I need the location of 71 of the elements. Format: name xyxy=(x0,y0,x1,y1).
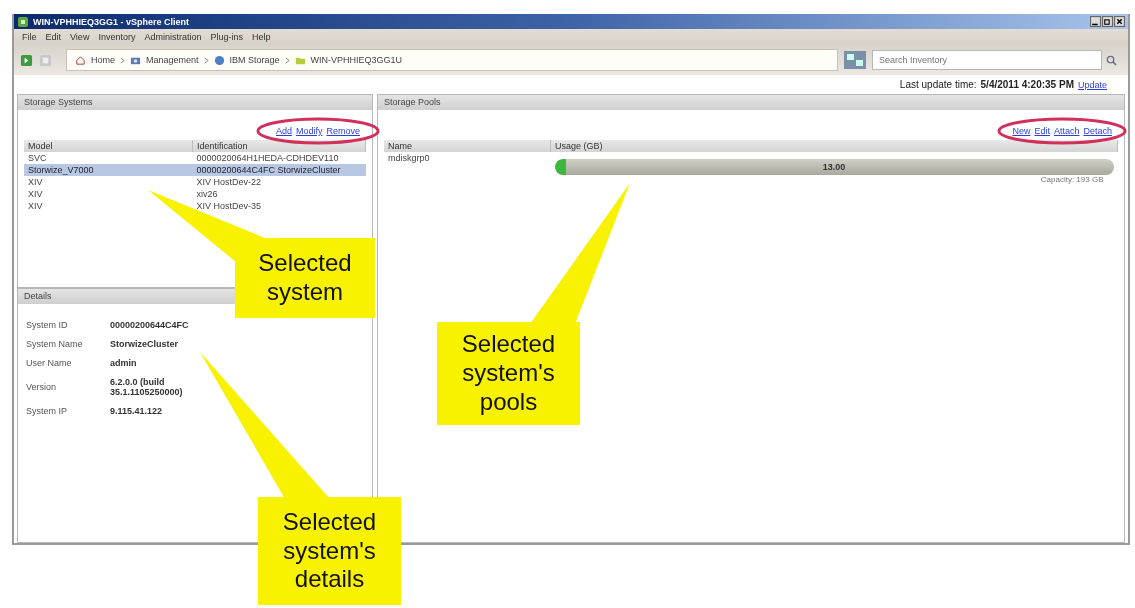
usage-value: 13.00 xyxy=(822,162,846,172)
callout: Selected system's details xyxy=(258,497,401,605)
chevron-icon xyxy=(203,56,209,64)
last-update-label: Last update time: xyxy=(899,79,977,90)
globe-icon xyxy=(213,54,225,66)
table-cell: mdiskgrp0 xyxy=(384,152,551,185)
home-icon xyxy=(75,54,86,66)
table-row[interactable]: SVC 0000020064H1HEDA-CDHDEV110 xyxy=(24,152,366,164)
column-header[interactable]: Name xyxy=(384,140,551,152)
menu-item[interactable]: Inventory xyxy=(98,32,136,42)
menu-item[interactable]: Help xyxy=(251,32,271,42)
window-title: WIN-VPHHIEQ3GG1 - vSphere Client xyxy=(33,16,190,27)
column-header[interactable]: Usage (GB) xyxy=(550,140,1118,152)
close-icon[interactable] xyxy=(1114,16,1125,27)
menu-item[interactable]: File xyxy=(22,32,37,42)
action-link[interactable]: Detach xyxy=(1083,126,1112,136)
capacity-label: Capacity: 193 GB xyxy=(1040,175,1104,184)
table-cell-text: xiv26 xyxy=(195,188,219,200)
action-link[interactable]: Attach xyxy=(1053,126,1080,136)
action-link[interactable]: Edit xyxy=(1034,126,1050,136)
table-row[interactable]: XIV XIV HostDev-22 xyxy=(24,176,366,188)
search-icon[interactable] xyxy=(1106,54,1117,66)
action-link[interactable]: New xyxy=(1012,126,1031,136)
table-cell: 0000020064H1HEDA-CDHDEV110 xyxy=(192,152,366,164)
action-link[interactable]: Remove xyxy=(326,126,360,136)
chevron-icon xyxy=(120,56,125,64)
action-link[interactable]: Add xyxy=(275,126,292,136)
field-value: 9.115.41.122 xyxy=(110,406,164,416)
field-label: System Name xyxy=(26,339,84,349)
menu-item[interactable]: Plug-ins xyxy=(210,32,243,42)
table-row[interactable]: XIV XIV HostDev-35 xyxy=(24,200,366,212)
field-value: admin xyxy=(110,358,138,368)
callout: Selected system xyxy=(235,238,375,318)
table-cell: 00000200644C4FC StorwizeCluster xyxy=(192,164,366,176)
table-cell: Storwize_V7000 xyxy=(24,164,193,176)
field-label: System ID xyxy=(26,320,69,330)
table-cell-text: XIV xyxy=(27,188,44,200)
search-field[interactable]: Search Inventory xyxy=(872,50,1102,70)
table-cell: XIV xyxy=(24,176,193,188)
breadcrumb-item[interactable]: WIN-VPHHIEQ3GG1U xyxy=(310,55,403,65)
action-link[interactable]: Modify xyxy=(295,126,323,136)
field-value: StorwizeCluster xyxy=(110,339,179,349)
app-icon xyxy=(17,15,29,28)
inventory-icon[interactable] xyxy=(844,51,866,69)
column-header[interactable]: Model xyxy=(24,140,193,152)
panel-header: Storage Pools xyxy=(378,95,1124,110)
panel-header: Storage Systems xyxy=(18,95,372,110)
field-label: Version xyxy=(26,382,58,392)
last-update-time: 5/4/2011 4:20:35 PM xyxy=(980,79,1074,90)
breadcrumb-item[interactable]: Management xyxy=(146,55,199,65)
update-link[interactable]: Update xyxy=(1077,79,1107,90)
table-cell-text: XIV xyxy=(27,200,44,212)
menu-item[interactable]: View xyxy=(70,32,90,42)
selected-row[interactable]: Storwize_V7000 00000200644C4FC StorwizeCluster xyxy=(24,164,366,176)
field-label: System IP xyxy=(26,406,68,416)
chevron-icon xyxy=(284,56,290,64)
table-cell: XIV HostDev-22 xyxy=(192,176,366,188)
menu-item[interactable]: Edit xyxy=(45,32,62,42)
field-label: User Name xyxy=(26,358,73,368)
field-value: 6.2.0.0 (build 35.1.1105250000) xyxy=(110,377,184,397)
breadcrumb-item[interactable]: Home xyxy=(91,55,115,65)
table-cell: SVC xyxy=(24,152,193,164)
restore-icon[interactable] xyxy=(1102,16,1113,27)
table-row[interactable]: XIV xiv26 xyxy=(24,188,366,200)
table-cell-text: XIV HostDev-35 xyxy=(195,200,263,212)
field-value: 00000200644C4FC xyxy=(110,320,190,330)
minimize-icon[interactable] xyxy=(1090,16,1101,27)
callout: Selected system's pools xyxy=(437,322,580,425)
breadcrumb-item[interactable]: IBM Storage xyxy=(229,55,280,65)
menu-item[interactable]: Administration xyxy=(144,32,202,42)
back-icon[interactable] xyxy=(20,53,33,67)
